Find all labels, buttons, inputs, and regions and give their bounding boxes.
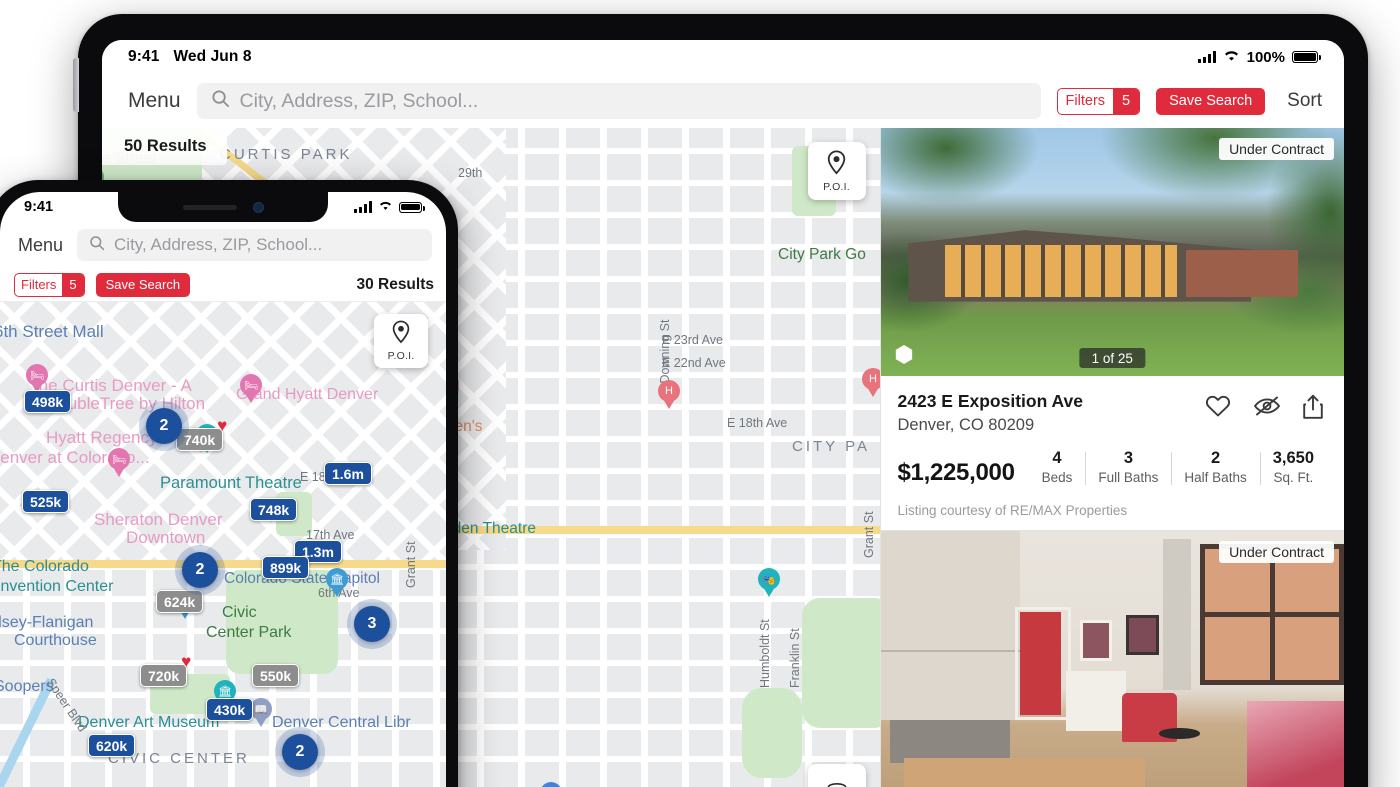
price-pin[interactable]: 620k	[88, 734, 136, 757]
tablet-status-bar: 9:41 Wed Jun 8 100%	[102, 40, 1344, 74]
phone-filter-bar: Filters 5 Save Search 30 Results	[0, 268, 446, 302]
search-icon	[211, 89, 230, 113]
stat-label: Full Baths	[1098, 469, 1159, 485]
price-pin[interactable]: 550k	[252, 664, 300, 687]
map-layers-button[interactable]	[807, 764, 866, 787]
filters-label: Filters	[21, 277, 57, 292]
sort-button[interactable]: Sort	[1287, 90, 1322, 112]
listing-card[interactable]: Under Contract 1 of 25 2423 E Exposition…	[880, 128, 1345, 530]
listing-stat-full-baths: 3 Full Baths	[1085, 449, 1171, 487]
search-input[interactable]: City, Address, ZIP, School...	[196, 83, 1041, 119]
tablet-date: Wed Jun 8	[173, 48, 252, 65]
map-layers-icon	[824, 778, 850, 787]
listing-results-panel[interactable]: Under Contract 1 of 25 2423 E Exposition…	[879, 128, 1345, 787]
hotel-poi-icon[interactable]: 🛏	[108, 448, 130, 478]
price-pin[interactable]: 748k	[250, 498, 298, 521]
price-pin[interactable]: 525k	[22, 490, 70, 513]
stat-value: 2	[1210, 448, 1221, 467]
battery-icon	[399, 201, 425, 213]
phone-clock: 9:41	[24, 199, 54, 215]
listing-stat-sqft: 3,650 Sq. Ft.	[1259, 448, 1327, 487]
price-pin[interactable]: 430k	[206, 698, 254, 721]
poi-toggle-button[interactable]: P.O.I.	[807, 142, 866, 200]
map-pin-icon	[391, 320, 411, 348]
filters-label: Filters	[1065, 93, 1106, 109]
listing-stat-half-baths: 2 Half Baths	[1171, 449, 1259, 487]
menu-button[interactable]: Menu	[128, 89, 181, 113]
filters-button[interactable]: Filters 5	[1056, 87, 1141, 115]
price-pin[interactable]: 899k	[262, 556, 310, 579]
battery-icon	[1292, 50, 1321, 64]
theatre-poi-icon[interactable]: 🎭	[758, 568, 780, 598]
hotel-poi-icon[interactable]: 🛏	[240, 374, 262, 404]
listing-card[interactable]: Under Contract 1 of 25	[880, 530, 1344, 787]
library-poi-icon[interactable]: 📖	[250, 698, 272, 728]
results-count-badge: 50 Results	[102, 128, 227, 165]
listing-address-line1: 2423 E Exposition Ave	[897, 391, 1083, 411]
grocery-poi-icon[interactable]: 🛒	[540, 782, 562, 787]
map-cluster-marker[interactable]: 3	[354, 606, 390, 642]
listing-details: 2423 E Exposition Ave Denver, CO 80209 $…	[881, 376, 1345, 530]
phone-screen: 9:41 Menu City, Address, ZIP, School...	[0, 192, 446, 787]
battery-percentage: 100%	[1246, 48, 1285, 66]
search-placeholder: City, Address, ZIP, School...	[114, 235, 323, 254]
museum-poi-icon[interactable]: 🏛	[326, 568, 348, 598]
save-search-button[interactable]: Save Search	[1156, 87, 1266, 115]
stat-label: Half Baths	[1184, 469, 1247, 485]
stat-value: 3	[1123, 448, 1133, 467]
stat-label: Sq. Ft.	[1273, 469, 1314, 485]
listing-price: $1,225,000	[897, 458, 1015, 486]
search-placeholder: City, Address, ZIP, School...	[239, 89, 479, 112]
tablet-nav-bar: Menu City, Address, ZIP, School... Filte…	[102, 74, 1344, 128]
listing-address-line2: Denver, CO 80209	[897, 415, 1035, 434]
results-count: 30 Results	[356, 275, 434, 293]
phone-nav-bar: Menu City, Address, ZIP, School...	[0, 222, 446, 268]
listing-photo[interactable]: Under Contract 1 of 25	[880, 530, 1344, 787]
map-cluster-marker[interactable]: 2	[146, 408, 182, 444]
listing-photo[interactable]: Under Contract 1 of 25	[880, 128, 1344, 376]
stat-value: 4	[1052, 448, 1062, 467]
map-cluster-marker[interactable]: 2	[182, 552, 218, 588]
price-pin[interactable]: 498k	[24, 390, 72, 413]
poi-button-label: P.O.I.	[387, 350, 415, 362]
search-input[interactable]: City, Address, ZIP, School...	[77, 229, 432, 261]
poi-toggle-button[interactable]: P.O.I.	[374, 314, 428, 368]
wifi-icon	[378, 198, 393, 216]
phone-map[interactable]: 6th Street Mall the Curtis Denver - A Do…	[0, 302, 446, 787]
menu-button[interactable]: Menu	[18, 235, 63, 256]
share-icon[interactable]	[1301, 394, 1327, 420]
price-pin[interactable]: 720k	[140, 652, 191, 687]
listing-courtesy: Listing courtesy of RE/MAX Properties	[897, 502, 1128, 518]
price-pin[interactable]: 740k	[176, 416, 227, 451]
price-pin[interactable]: 1.6m	[324, 462, 372, 485]
tablet-clock: 9:41	[128, 48, 160, 65]
cellular-signal-icon	[354, 201, 372, 213]
phone-status-bar: 9:41	[0, 192, 446, 222]
filters-count-badge: 5	[62, 273, 84, 296]
poi-button-label: P.O.I.	[823, 180, 850, 193]
photo-counter: 1 of 25	[1079, 348, 1145, 368]
map-cluster-marker[interactable]: 2	[282, 734, 318, 770]
price-pin[interactable]: 624k	[156, 590, 204, 613]
filters-button[interactable]: Filters 5	[14, 272, 85, 297]
phone-device: 9:41 Menu City, Address, ZIP, School...	[0, 180, 458, 787]
status-badge: Under Contract	[1219, 540, 1334, 563]
favorite-heart-icon[interactable]	[1205, 394, 1231, 420]
cellular-signal-icon	[1197, 51, 1216, 63]
search-icon	[89, 235, 105, 256]
listing-stat-beds: 4 Beds	[1029, 449, 1086, 487]
hide-listing-eye-icon[interactable]	[1253, 394, 1281, 420]
hospital-poi-icon[interactable]: H	[862, 368, 880, 398]
stat-label: Beds	[1041, 469, 1073, 485]
hospital-poi-icon[interactable]: H	[658, 380, 680, 410]
map-pin-icon	[826, 149, 847, 179]
wifi-icon	[1223, 49, 1240, 66]
status-badge: Under Contract	[1219, 138, 1334, 160]
filters-count-badge: 5	[1113, 88, 1140, 114]
screenshot-stage: 9:41 Wed Jun 8 100% Menu City, Address, …	[0, 0, 1400, 787]
stat-value: 3,650	[1272, 448, 1314, 467]
save-search-button[interactable]: Save Search	[95, 272, 191, 297]
